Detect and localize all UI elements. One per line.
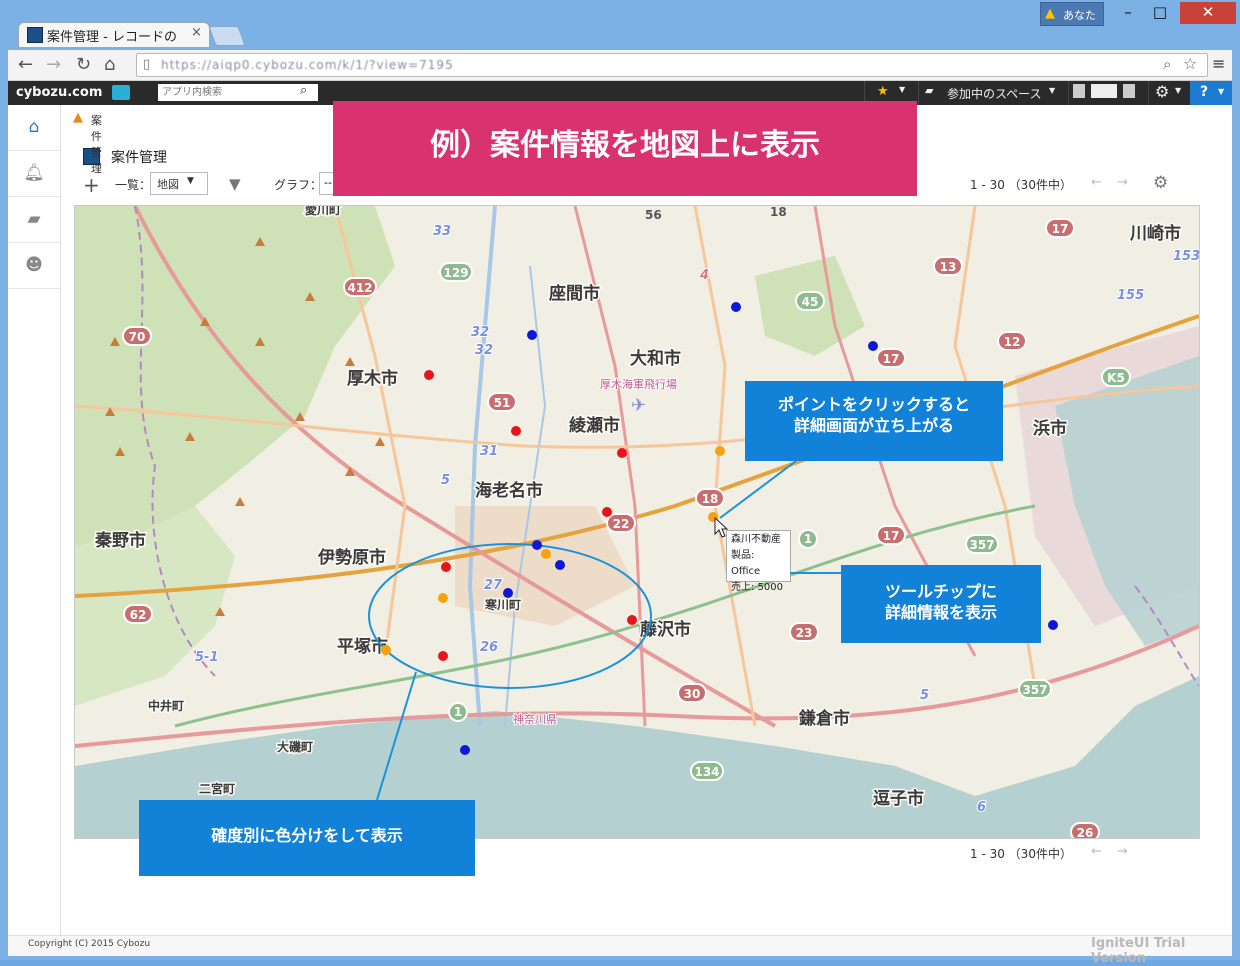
footer: Copyright (C) 2015 Cybozu IgniteUI Trial… [8, 935, 1232, 966]
trial-watermark: IgniteUI Trial Version [1091, 936, 1186, 966]
title-banner: 例）案件情報を地図上に表示 [333, 101, 917, 196]
callout-click-line1: ポイントをクリックすると [777, 395, 970, 414]
callout-click-detail: ポイントをクリックすると 詳細画面が立ち上がる [745, 381, 1003, 461]
callout-tooltip: ツールチップに 詳細情報を表示 [841, 565, 1041, 643]
callout-color-coded: 確度別に色分けをして表示 [139, 800, 475, 876]
browser-window: 案件管理 - レコードの × ▲ あなた – □ ✕ ← → ↻ ⌂ ▯ htt… [0, 0, 1240, 966]
copyright-text: Copyright (C) 2015 Cybozu [28, 939, 151, 949]
callout-click-line2: 詳細画面が立ち上がる [793, 416, 954, 435]
callout-tooltip-line2: 詳細情報を表示 [884, 603, 997, 622]
callout-tooltip-line1: ツールチップに [884, 582, 997, 601]
